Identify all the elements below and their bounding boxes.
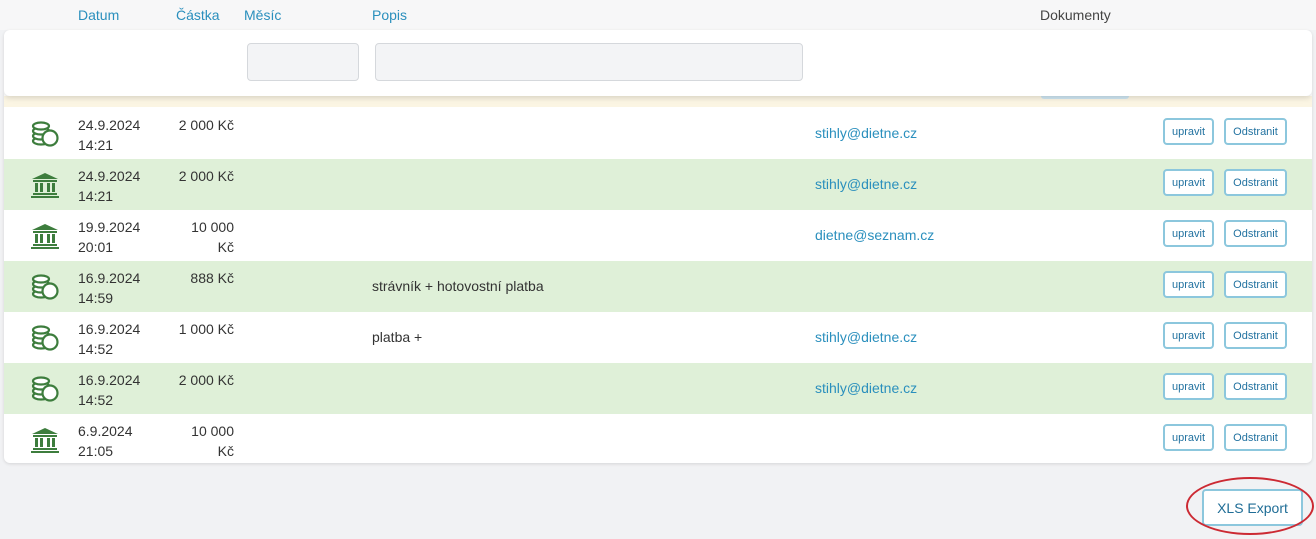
header-description[interactable]: Popis (372, 7, 407, 23)
row-amount-value: 888 Kč (190, 270, 234, 286)
bank-icon (31, 224, 59, 249)
row-date: 16.9.2024 14:52 (78, 319, 168, 359)
row-date: 24.9.2024 14:21 (78, 115, 168, 155)
row-email-link[interactable]: stihly@dietne.cz (815, 176, 917, 192)
row-amount-currency: Kč (217, 443, 234, 459)
table-row: 16.9.2024 14:52 1 000 Kč platba + stihly@die… (4, 312, 1312, 363)
row-amount-value: 10 000 (191, 423, 234, 439)
filter-row (4, 30, 1312, 96)
row-amount-value: 10 000 (191, 219, 234, 235)
delete-button[interactable]: Odstranit (1224, 118, 1287, 145)
xls-export-button[interactable]: XLS Export (1202, 489, 1303, 526)
header-month[interactable]: Měsíc (244, 7, 281, 23)
row-date-time: 14:52 (78, 341, 114, 357)
table-row: 6.9.2024 21:05 10 000 Kč upravit Odstranit (4, 414, 1312, 463)
hidden-button-edge (1041, 96, 1129, 99)
row-email-link[interactable]: stihly@dietne.cz (815, 329, 917, 345)
edit-button[interactable]: upravit (1163, 271, 1214, 298)
row-amount: 2 000 Kč (164, 166, 234, 186)
edit-button[interactable]: upravit (1163, 169, 1214, 196)
row-email-link[interactable]: dietne@seznam.cz (815, 227, 934, 243)
coins-icon (30, 325, 60, 351)
month-filter-input[interactable] (247, 43, 359, 81)
header-amount[interactable]: Částka (176, 7, 220, 23)
row-amount: 10 000 Kč (164, 421, 234, 461)
edit-button[interactable]: upravit (1163, 220, 1214, 247)
row-date: 6.9.2024 21:05 (78, 421, 168, 461)
bank-icon (30, 427, 60, 453)
row-amount-currency: Kč (217, 239, 234, 255)
coins-icon (31, 376, 59, 402)
row-date-day: 19.9.2024 (78, 219, 141, 235)
row-date-time: 14:21 (78, 137, 114, 153)
edit-button[interactable]: upravit (1163, 424, 1214, 451)
header-documents: Dokumenty (1040, 7, 1111, 23)
bank-icon (30, 172, 60, 198)
row-amount-value: 1 000 Kč (178, 321, 234, 337)
coins-icon (30, 376, 60, 402)
row-email-link[interactable]: stihly@dietne.cz (815, 380, 917, 396)
row-date-day: 24.9.2024 (78, 168, 141, 184)
row-date-day: 16.9.2024 (78, 321, 141, 337)
row-date-time: 20:01 (78, 239, 114, 255)
table-row: 16.9.2024 14:59 888 Kč strávník + hotovostn… (4, 261, 1312, 312)
row-description: platba + (372, 329, 423, 345)
coins-icon (31, 325, 59, 351)
bank-icon (31, 173, 59, 198)
row-date-time: 14:21 (78, 188, 114, 204)
row-date-time: 14:52 (78, 392, 114, 408)
row-date-day: 16.9.2024 (78, 270, 141, 286)
delete-button[interactable]: Odstranit (1224, 322, 1287, 349)
table-header: Datum Částka Měsíc Popis Dokumenty (0, 0, 1316, 30)
table-row: 16.9.2024 14:52 2 000 Kč stihly@dietne.cz up… (4, 363, 1312, 414)
row-amount-value: 2 000 Kč (178, 168, 234, 184)
delete-button[interactable]: Odstranit (1224, 271, 1287, 298)
delete-button[interactable]: Odstranit (1224, 169, 1287, 196)
row-description: strávník + hotovostní platba (372, 278, 544, 294)
row-amount: 2 000 Kč (164, 370, 234, 390)
header-date[interactable]: Datum (78, 7, 119, 23)
row-date-day: 6.9.2024 (78, 423, 133, 439)
coins-icon (30, 121, 60, 147)
delete-button[interactable]: Odstranit (1224, 220, 1287, 247)
edit-button[interactable]: upravit (1163, 373, 1214, 400)
row-date: 16.9.2024 14:59 (78, 268, 168, 308)
table-row: 24.9.2024 14:21 2 000 Kč stihly@dietne.cz up… (4, 108, 1312, 159)
table-row: 24.9.2024 14:21 2 000 Kč stihly@dietne.cz up… (4, 159, 1312, 210)
delete-button[interactable]: Odstranit (1224, 373, 1287, 400)
edit-button[interactable]: upravit (1163, 118, 1214, 145)
coins-icon (31, 121, 59, 147)
row-amount: 888 Kč (164, 268, 234, 288)
row-date: 16.9.2024 14:52 (78, 370, 168, 410)
payments-table: 24.9.2024 14:21 2 000 Kč stihly@dietne.cz up… (4, 30, 1312, 463)
bank-icon (31, 428, 59, 453)
row-amount: 1 000 Kč (164, 319, 234, 339)
row-amount-value: 2 000 Kč (178, 117, 234, 133)
row-date: 24.9.2024 14:21 (78, 166, 168, 206)
row-amount-value: 2 000 Kč (178, 372, 234, 388)
coins-icon (31, 274, 59, 300)
description-filter-input[interactable] (375, 43, 803, 81)
delete-button[interactable]: Odstranit (1224, 424, 1287, 451)
row-date-day: 16.9.2024 (78, 372, 141, 388)
row-amount: 10 000 Kč (164, 217, 234, 257)
row-date-day: 24.9.2024 (78, 117, 141, 133)
row-date-time: 14:59 (78, 290, 114, 306)
row-date: 19.9.2024 20:01 (78, 217, 168, 257)
edit-button[interactable]: upravit (1163, 322, 1214, 349)
row-email-link[interactable]: stihly@dietne.cz (815, 125, 917, 141)
coins-icon (30, 274, 60, 300)
row-date-time: 21:05 (78, 443, 114, 459)
table-row: 19.9.2024 20:01 10 000 Kč dietne@seznam.cz up… (4, 210, 1312, 261)
row-amount: 2 000 Kč (164, 115, 234, 135)
bank-icon (30, 223, 60, 249)
filter-strip (4, 96, 1312, 107)
